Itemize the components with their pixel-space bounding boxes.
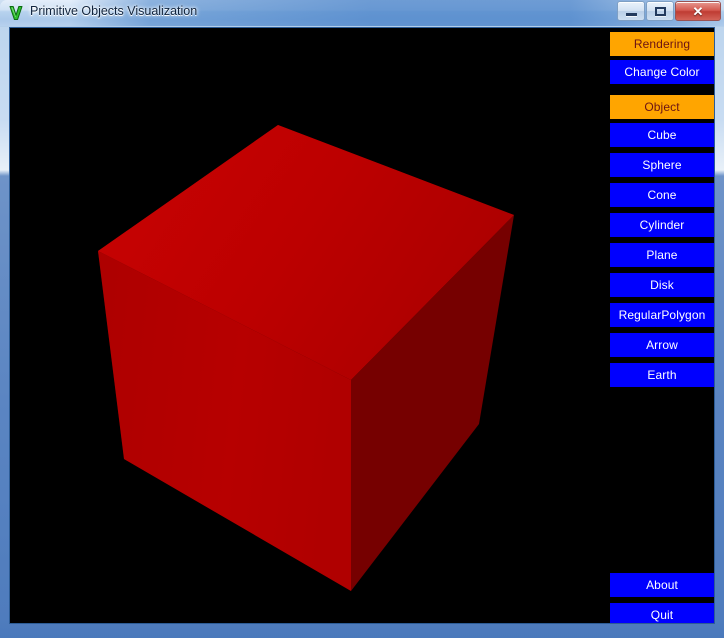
button-cone[interactable]: Cone <box>610 183 714 207</box>
render-viewport[interactable] <box>10 28 608 623</box>
v-logo-icon <box>7 4 25 22</box>
window-title: Primitive Objects Visualization <box>30 4 198 18</box>
button-disk[interactable]: Disk <box>610 273 714 297</box>
button-sphere[interactable]: Sphere <box>610 153 714 177</box>
button-earth[interactable]: Earth <box>610 363 714 387</box>
button-cube[interactable]: Cube <box>610 123 714 147</box>
button-about[interactable]: About <box>610 573 714 597</box>
minimize-button[interactable] <box>617 1 645 21</box>
application-window: Primitive Objects Visualization ✕ Render… <box>0 0 724 638</box>
button-quit[interactable]: Quit <box>610 603 714 623</box>
button-regular-polygon[interactable]: RegularPolygon <box>610 303 714 327</box>
close-icon: ✕ <box>692 3 704 19</box>
button-change-color[interactable]: Change Color <box>610 60 714 84</box>
button-arrow[interactable]: Arrow <box>610 333 714 357</box>
window-caption-buttons: ✕ <box>616 1 721 22</box>
minimize-icon <box>625 13 637 16</box>
panel-header-object: Object <box>610 95 714 119</box>
maximize-button[interactable] <box>646 1 674 21</box>
close-button[interactable]: ✕ <box>675 1 721 21</box>
button-cylinder[interactable]: Cylinder <box>610 213 714 237</box>
control-panel: Rendering Change Color Object Cube Spher… <box>608 28 714 623</box>
button-plane[interactable]: Plane <box>610 243 714 267</box>
maximize-icon <box>654 6 666 16</box>
panel-header-rendering: Rendering <box>610 32 714 56</box>
client-area: Rendering Change Color Object Cube Spher… <box>9 27 715 624</box>
title-bar[interactable]: Primitive Objects Visualization ✕ <box>0 0 724 26</box>
cube-render <box>10 28 608 623</box>
